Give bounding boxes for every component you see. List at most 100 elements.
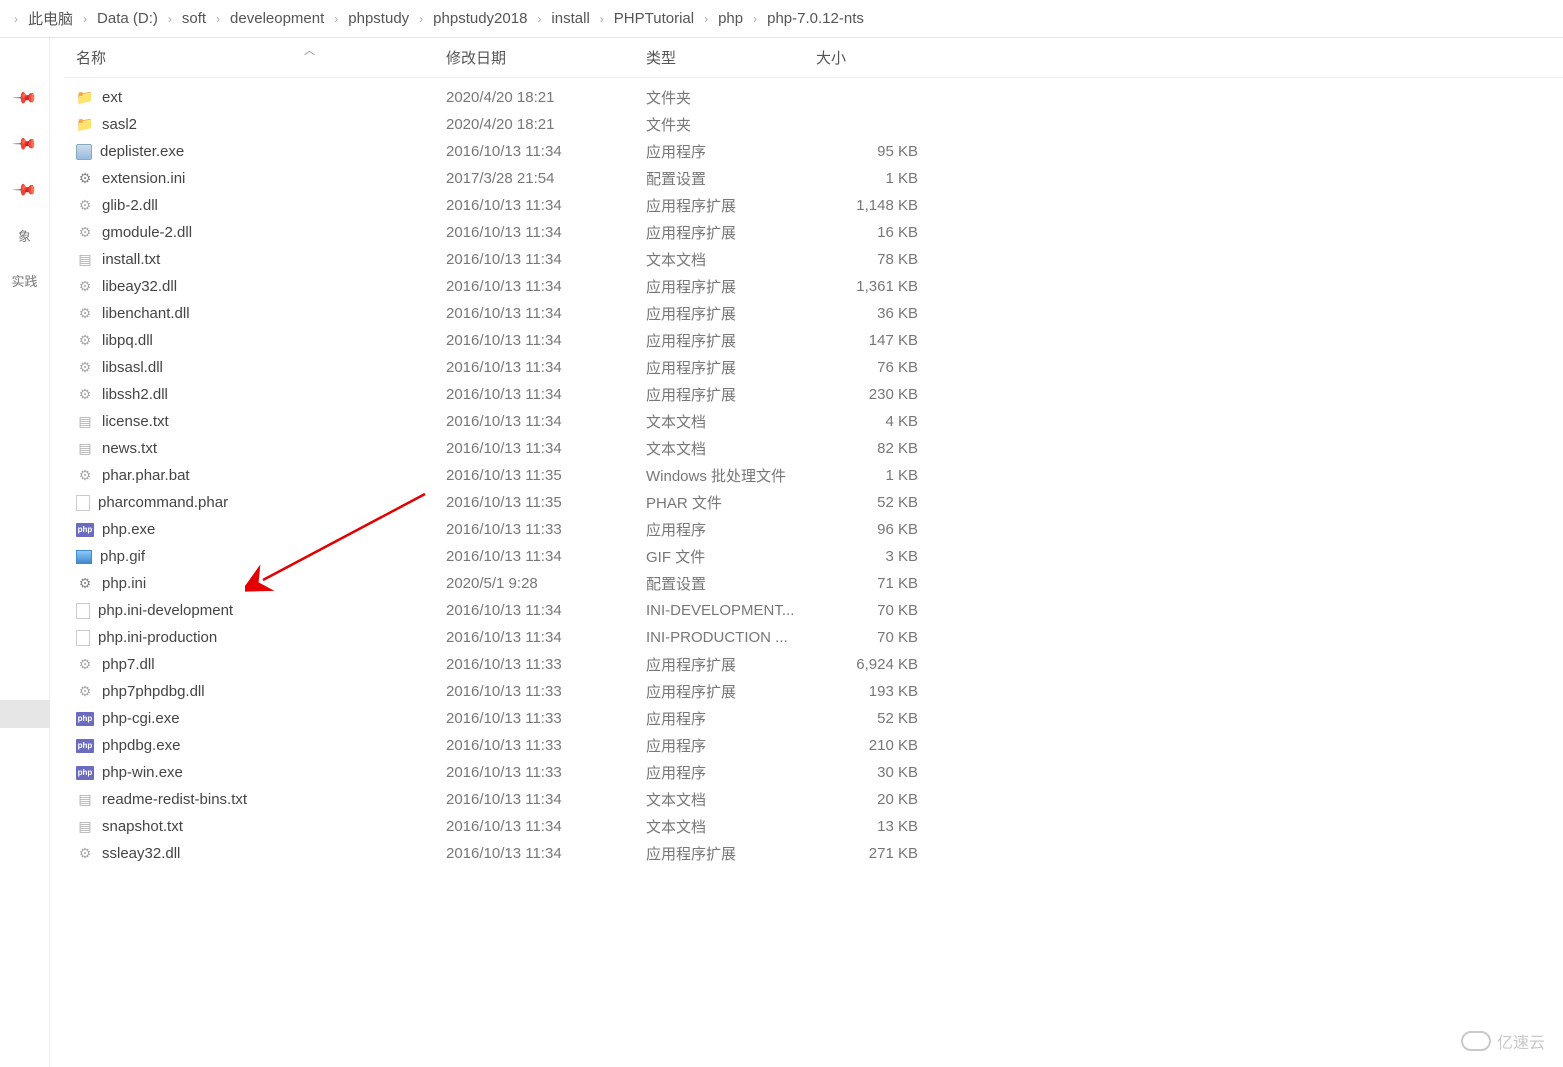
table-row[interactable]: php.ini-development2016/10/13 11:34INI-D… xyxy=(76,597,1563,624)
table-row[interactable]: php.ini-production2016/10/13 11:34INI-PR… xyxy=(76,624,1563,651)
file-name: pharcommand.phar xyxy=(98,494,228,511)
file-date: 2016/10/13 11:33 xyxy=(446,521,646,538)
table-row[interactable]: deplister.exe2016/10/13 11:34应用程序95 KB xyxy=(76,138,1563,165)
file-name-cell[interactable]: ⚙php7phpdbg.dll xyxy=(76,683,446,701)
file-name: php7.dll xyxy=(102,656,155,673)
breadcrumb-item[interactable]: php-7.0.12-nts xyxy=(763,10,868,27)
pin-icon[interactable]: 📌 xyxy=(10,176,38,204)
column-header-size[interactable]: 大小 xyxy=(816,47,926,68)
file-size: 147 KB xyxy=(816,332,926,349)
file-name-cell[interactable]: ⚙gmodule-2.dll xyxy=(76,224,446,242)
file-date: 2020/5/1 9:28 xyxy=(446,575,646,592)
breadcrumb-item[interactable]: Data (D:) xyxy=(93,10,162,27)
table-row[interactable]: ⚙libenchant.dll2016/10/13 11:34应用程序扩展36 … xyxy=(76,300,1563,327)
table-row[interactable]: ▤readme-redist-bins.txt2016/10/13 11:34文… xyxy=(76,786,1563,813)
watermark: 亿速云 xyxy=(1461,1029,1545,1053)
column-header-name[interactable]: 名称 xyxy=(76,47,446,68)
file-name-cell[interactable]: phpphp-win.exe xyxy=(76,764,446,781)
breadcrumb[interactable]: ›此电脑›Data (D:)›soft›develeopment›phpstud… xyxy=(0,0,1563,38)
file-name-cell[interactable]: ▤install.txt xyxy=(76,251,446,269)
file-name-cell[interactable]: 📁ext xyxy=(76,89,446,107)
file-name-cell[interactable]: ⚙php.ini xyxy=(76,575,446,593)
file-name-cell[interactable]: ⚙libsasl.dll xyxy=(76,359,446,377)
file-name-cell[interactable]: php.ini-production xyxy=(76,629,446,646)
file-date: 2016/10/13 11:34 xyxy=(446,305,646,322)
file-name-cell[interactable]: phpphp.exe xyxy=(76,521,446,538)
breadcrumb-item[interactable]: develeopment xyxy=(226,10,328,27)
file-name-cell[interactable]: ⚙glib-2.dll xyxy=(76,197,446,215)
table-row[interactable]: ▤news.txt2016/10/13 11:34文本文档82 KB xyxy=(76,435,1563,462)
breadcrumb-item[interactable]: phpstudy2018 xyxy=(429,10,531,27)
file-size: 70 KB xyxy=(816,629,926,646)
file-icon xyxy=(76,603,90,619)
breadcrumb-item[interactable]: php xyxy=(714,10,747,27)
file-name: glib-2.dll xyxy=(102,197,158,214)
file-size: 76 KB xyxy=(816,359,926,376)
table-row[interactable]: php.gif2016/10/13 11:34GIF 文件3 KB xyxy=(76,543,1563,570)
file-name-cell[interactable]: pharcommand.phar xyxy=(76,494,446,511)
file-name-cell[interactable]: php.gif xyxy=(76,548,446,565)
file-size: 1,148 KB xyxy=(816,197,926,214)
file-name: libssh2.dll xyxy=(102,386,168,403)
dll-icon: ⚙ xyxy=(76,332,94,350)
file-name-cell[interactable]: ⚙libssh2.dll xyxy=(76,386,446,404)
table-row[interactable]: ⚙glib-2.dll2016/10/13 11:34应用程序扩展1,148 K… xyxy=(76,192,1563,219)
table-row[interactable]: ⚙libssh2.dll2016/10/13 11:34应用程序扩展230 KB xyxy=(76,381,1563,408)
breadcrumb-item[interactable]: soft xyxy=(178,10,210,27)
file-name: readme-redist-bins.txt xyxy=(102,791,247,808)
table-row[interactable]: ⚙gmodule-2.dll2016/10/13 11:34应用程序扩展16 K… xyxy=(76,219,1563,246)
file-name-cell[interactable]: ⚙libpq.dll xyxy=(76,332,446,350)
php-icon: php xyxy=(76,739,94,753)
breadcrumb-item[interactable]: PHPTutorial xyxy=(610,10,698,27)
breadcrumb-item[interactable]: 此电脑 xyxy=(24,8,77,29)
file-type: INI-DEVELOPMENT... xyxy=(646,602,816,619)
file-name-cell[interactable]: ⚙libenchant.dll xyxy=(76,305,446,323)
pin-icon[interactable]: 📌 xyxy=(10,84,38,112)
file-type: 文本文档 xyxy=(646,249,816,270)
table-row[interactable]: ⚙libeay32.dll2016/10/13 11:34应用程序扩展1,361… xyxy=(76,273,1563,300)
file-name-cell[interactable]: ▤snapshot.txt xyxy=(76,818,446,836)
table-row[interactable]: ⚙libsasl.dll2016/10/13 11:34应用程序扩展76 KB xyxy=(76,354,1563,381)
table-row[interactable]: phpphp.exe2016/10/13 11:33应用程序96 KB xyxy=(76,516,1563,543)
breadcrumb-item[interactable]: install xyxy=(547,10,593,27)
column-header-date[interactable]: 修改日期 xyxy=(446,47,646,68)
file-list[interactable]: 📁ext2020/4/20 18:21文件夹📁sasl22020/4/20 18… xyxy=(64,78,1563,1067)
file-name-cell[interactable]: phpphpdbg.exe xyxy=(76,737,446,754)
file-name-cell[interactable]: php.ini-development xyxy=(76,602,446,619)
table-row[interactable]: phpphp-cgi.exe2016/10/13 11:33应用程序52 KB xyxy=(76,705,1563,732)
file-name-cell[interactable]: ⚙extension.ini xyxy=(76,170,446,188)
table-row[interactable]: ▤install.txt2016/10/13 11:34文本文档78 KB xyxy=(76,246,1563,273)
file-name-cell[interactable]: ▤readme-redist-bins.txt xyxy=(76,791,446,809)
table-row[interactable]: ⚙php7.dll2016/10/13 11:33应用程序扩展6,924 KB xyxy=(76,651,1563,678)
table-row[interactable]: 📁ext2020/4/20 18:21文件夹 xyxy=(76,84,1563,111)
table-row[interactable]: pharcommand.phar2016/10/13 11:35PHAR 文件5… xyxy=(76,489,1563,516)
table-row[interactable]: ⚙php7phpdbg.dll2016/10/13 11:33应用程序扩展193… xyxy=(76,678,1563,705)
table-row[interactable]: phpphpdbg.exe2016/10/13 11:33应用程序210 KB xyxy=(76,732,1563,759)
file-name-cell[interactable]: deplister.exe xyxy=(76,143,446,160)
table-row[interactable]: ▤license.txt2016/10/13 11:34文本文档4 KB xyxy=(76,408,1563,435)
file-name-cell[interactable]: ▤license.txt xyxy=(76,413,446,431)
pin-icon[interactable]: 📌 xyxy=(10,130,38,158)
file-date: 2016/10/13 11:34 xyxy=(446,440,646,457)
file-name-cell[interactable]: ⚙libeay32.dll xyxy=(76,278,446,296)
table-row[interactable]: ⚙libpq.dll2016/10/13 11:34应用程序扩展147 KB xyxy=(76,327,1563,354)
table-row[interactable]: phpphp-win.exe2016/10/13 11:33应用程序30 KB xyxy=(76,759,1563,786)
file-name-cell[interactable]: 📁sasl2 xyxy=(76,116,446,134)
file-name-cell[interactable]: ⚙ssleay32.dll xyxy=(76,845,446,863)
file-date: 2016/10/13 11:34 xyxy=(446,629,646,646)
file-name: news.txt xyxy=(102,440,157,457)
table-row[interactable]: ⚙phar.phar.bat2016/10/13 11:35Windows 批处… xyxy=(76,462,1563,489)
file-name-cell[interactable]: phpphp-cgi.exe xyxy=(76,710,446,727)
table-row[interactable]: ▤snapshot.txt2016/10/13 11:34文本文档13 KB xyxy=(76,813,1563,840)
file-name-cell[interactable]: ▤news.txt xyxy=(76,440,446,458)
file-size: 95 KB xyxy=(816,143,926,160)
file-name-cell[interactable]: ⚙phar.phar.bat xyxy=(76,467,446,485)
table-row[interactable]: ⚙ssleay32.dll2016/10/13 11:34应用程序扩展271 K… xyxy=(76,840,1563,867)
table-row[interactable]: 📁sasl22020/4/20 18:21文件夹 xyxy=(76,111,1563,138)
file-name-cell[interactable]: ⚙php7.dll xyxy=(76,656,446,674)
breadcrumb-item[interactable]: phpstudy xyxy=(344,10,413,27)
table-row[interactable]: ⚙extension.ini2017/3/28 21:54配置设置1 KB xyxy=(76,165,1563,192)
table-row[interactable]: ⚙php.ini2020/5/1 9:28配置设置71 KB xyxy=(76,570,1563,597)
columns-header[interactable]: ︿ 名称 修改日期 类型 大小 xyxy=(64,38,1563,78)
column-header-type[interactable]: 类型 xyxy=(646,47,816,68)
